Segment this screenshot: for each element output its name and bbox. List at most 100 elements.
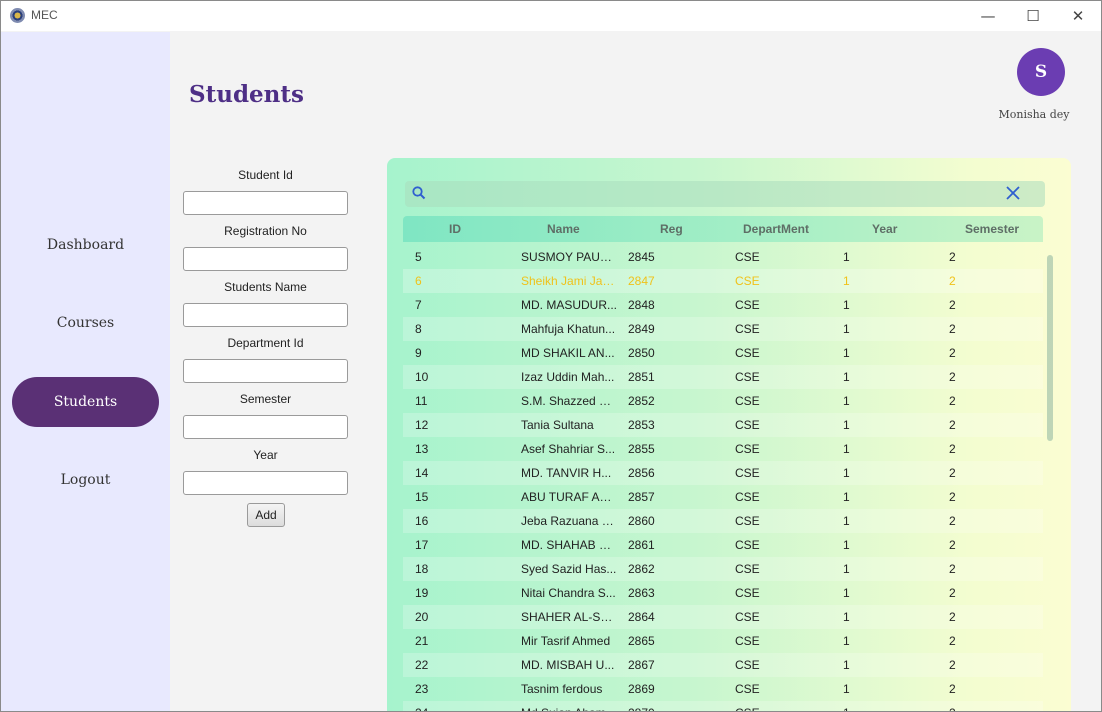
table-row[interactable]: 5 SUSMOY PAUL ... 2845 CSE 1 2 xyxy=(403,245,1043,269)
minimize-button[interactable]: — xyxy=(973,5,1003,27)
table-row[interactable]: 10 Izaz Uddin Mah... 2851 CSE 1 2 xyxy=(403,365,1043,389)
cell-id: 10 xyxy=(415,370,429,384)
cell-name: S.M. Shazzed H... xyxy=(521,394,617,408)
cell-id: 21 xyxy=(415,634,429,648)
cell-id: 20 xyxy=(415,610,429,624)
cell-semester: 2 xyxy=(949,322,956,336)
cell-reg: 2869 xyxy=(628,682,655,696)
cell-name: Mahfuja Khatun... xyxy=(521,322,616,336)
table-row[interactable]: 13 Asef Shahriar S... 2855 CSE 1 2 xyxy=(403,437,1043,461)
cell-name: Jeba Razuana Liza xyxy=(521,514,617,528)
cell-id: 16 xyxy=(415,514,429,528)
close-icon[interactable] xyxy=(1005,185,1021,201)
cell-reg: 2863 xyxy=(628,586,655,600)
cell-name: MD. MASUDUR... xyxy=(521,298,617,312)
column-header-year[interactable]: Year xyxy=(872,216,897,242)
cell-year: 1 xyxy=(843,322,850,336)
table-row[interactable]: 21 Mir Tasrif Ahmed 2865 CSE 1 2 xyxy=(403,629,1043,653)
cell-department: CSE xyxy=(735,586,760,600)
app-logo-icon xyxy=(10,8,25,23)
cell-id: 11 xyxy=(415,394,428,408)
cell-department: CSE xyxy=(735,514,760,528)
avatar[interactable]: S xyxy=(1017,48,1065,96)
cell-department: CSE xyxy=(735,682,760,696)
column-header-department[interactable]: DepartMent xyxy=(743,216,809,242)
close-window-button[interactable]: ✕ xyxy=(1063,5,1093,27)
registration-no-input[interactable] xyxy=(183,247,348,271)
cell-year: 1 xyxy=(843,370,850,384)
search-input[interactable] xyxy=(405,181,1045,207)
cell-year: 1 xyxy=(843,586,850,600)
table-row[interactable]: 23 Tasnim ferdous 2869 CSE 1 2 xyxy=(403,677,1043,701)
table-row[interactable]: 19 Nitai Chandra S... 2863 CSE 1 2 xyxy=(403,581,1043,605)
cell-department: CSE xyxy=(735,442,760,456)
cell-id: 15 xyxy=(415,490,429,504)
add-button[interactable]: Add xyxy=(247,503,285,527)
table-row[interactable]: 17 MD. SHAHAB U... 2861 CSE 1 2 xyxy=(403,533,1043,557)
year-input[interactable] xyxy=(183,471,348,495)
cell-name: ABU TURAF AL ... xyxy=(521,490,617,504)
table-row[interactable]: 14 MD. TANVIR H... 2856 CSE 1 2 xyxy=(403,461,1043,485)
sidebar: Dashboard Courses Students Logout xyxy=(1,32,170,711)
table-row[interactable]: 24 Md Sujan Aham... 2870 CSE 1 2 xyxy=(403,701,1043,711)
department-id-label: Department Id xyxy=(227,336,304,350)
cell-year: 1 xyxy=(843,298,850,312)
cell-name: Md Sujan Aham... xyxy=(521,701,617,711)
cell-department: CSE xyxy=(735,538,760,552)
cell-id: 9 xyxy=(415,346,422,360)
cell-reg: 2856 xyxy=(628,466,655,480)
cell-department: CSE xyxy=(735,394,760,408)
cell-reg: 2850 xyxy=(628,346,655,360)
cell-semester: 2 xyxy=(949,658,956,672)
cell-semester: 2 xyxy=(949,346,956,360)
cell-reg: 2855 xyxy=(628,442,655,456)
cell-reg: 2864 xyxy=(628,610,655,624)
department-id-input[interactable] xyxy=(183,359,348,383)
students-name-input[interactable] xyxy=(183,303,348,327)
table-row[interactable]: 11 S.M. Shazzed H... 2852 CSE 1 2 xyxy=(403,389,1043,413)
window-title: MEC xyxy=(31,8,58,22)
nav-students[interactable]: Students xyxy=(12,377,159,427)
nav-logout[interactable]: Logout xyxy=(12,455,159,505)
cell-id: 12 xyxy=(415,418,429,432)
semester-input[interactable] xyxy=(183,415,348,439)
scrollbar-thumb[interactable] xyxy=(1047,255,1053,441)
cell-semester: 2 xyxy=(949,298,956,312)
table-row[interactable]: 16 Jeba Razuana Liza 2860 CSE 1 2 xyxy=(403,509,1043,533)
title-bar[interactable]: MEC — ☐ ✕ xyxy=(1,1,1101,31)
student-id-input[interactable] xyxy=(183,191,348,215)
search-icon[interactable] xyxy=(411,185,427,201)
cell-name: SUSMOY PAUL ... xyxy=(521,250,617,264)
cell-year: 1 xyxy=(843,394,850,408)
table-row[interactable]: 15 ABU TURAF AL ... 2857 CSE 1 2 xyxy=(403,485,1043,509)
nav-courses[interactable]: Courses xyxy=(12,298,159,348)
cell-name: Izaz Uddin Mah... xyxy=(521,370,615,384)
cell-id: 6 xyxy=(415,274,422,288)
cell-reg: 2849 xyxy=(628,322,655,336)
table-row[interactable]: 6 Sheikh Jami Jas... 2847 CSE 1 2 xyxy=(403,269,1043,293)
cell-semester: 2 xyxy=(949,701,989,711)
column-header-reg[interactable]: Reg xyxy=(660,216,683,242)
maximize-button[interactable]: ☐ xyxy=(1018,5,1048,27)
table-row[interactable]: 7 MD. MASUDUR... 2848 CSE 1 2 xyxy=(403,293,1043,317)
column-header-id[interactable]: ID xyxy=(449,216,461,242)
table-row[interactable]: 18 Syed Sazid Has... 2862 CSE 1 2 xyxy=(403,557,1043,581)
cell-id: 8 xyxy=(415,322,422,336)
table-row[interactable]: 8 Mahfuja Khatun... 2849 CSE 1 2 xyxy=(403,317,1043,341)
table-row[interactable]: 20 SHAHER AL-SH... 2864 CSE 1 2 xyxy=(403,605,1043,629)
page-title: Students xyxy=(189,81,304,108)
cell-reg: 2861 xyxy=(628,538,655,552)
column-header-semester[interactable]: Semester xyxy=(965,216,1019,242)
table-row[interactable]: 12 Tania Sultana 2853 CSE 1 2 xyxy=(403,413,1043,437)
cell-name: Syed Sazid Has... xyxy=(521,562,617,576)
cell-reg: 2847 xyxy=(628,274,655,288)
cell-year: 1 xyxy=(843,610,850,624)
cell-department: CSE xyxy=(735,346,760,360)
table-row[interactable]: 9 MD SHAKIL AN... 2850 CSE 1 2 xyxy=(403,341,1043,365)
table-row[interactable]: 22 MD. MISBAH U... 2867 CSE 1 2 xyxy=(403,653,1043,677)
nav-dashboard[interactable]: Dashboard xyxy=(12,220,159,270)
cell-year: 1 xyxy=(843,346,850,360)
cell-year: 1 xyxy=(843,634,850,648)
column-header-name[interactable]: Name xyxy=(547,216,580,242)
cell-reg: 2860 xyxy=(628,514,655,528)
